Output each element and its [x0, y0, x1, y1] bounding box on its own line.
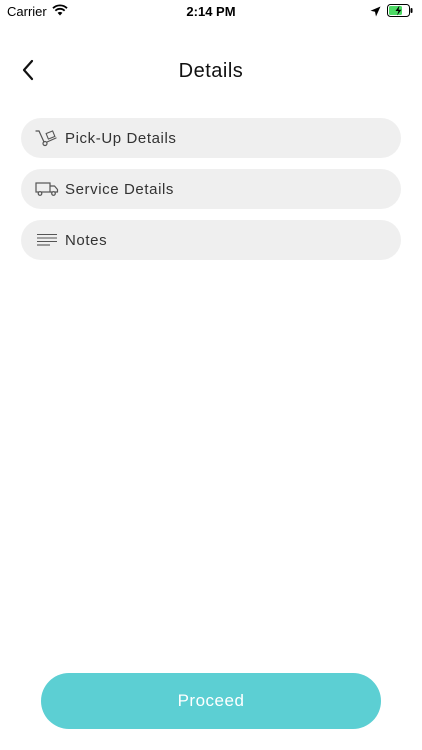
notes-item[interactable]: Notes — [21, 220, 401, 260]
truck-icon — [35, 180, 59, 198]
hand-truck-icon — [35, 129, 59, 147]
nav-bar: Details — [0, 48, 422, 96]
page-title: Details — [178, 60, 244, 82]
notes-lines-icon — [35, 231, 59, 249]
proceed-button[interactable]: Proceed — [41, 673, 381, 729]
status-right — [370, 4, 414, 20]
status-time: 2:14 PM — [186, 4, 236, 19]
service-details-item[interactable]: Service Details — [21, 169, 401, 209]
battery-charging-icon — [387, 4, 414, 20]
menu-item-label: Service Details — [65, 180, 175, 198]
location-arrow-icon — [370, 5, 381, 20]
status-bar: Carrier 2:14 PM — [0, 0, 422, 22]
menu-item-label: Notes — [65, 231, 108, 249]
details-menu: Pick-Up Details Service Details Notes — [21, 118, 401, 271]
details-screen: Carrier 2:14 PM Details Pick-Up Details … — [0, 0, 422, 750]
pick-up-details-item[interactable]: Pick-Up Details — [21, 118, 401, 158]
menu-item-label: Pick-Up Details — [65, 129, 177, 147]
